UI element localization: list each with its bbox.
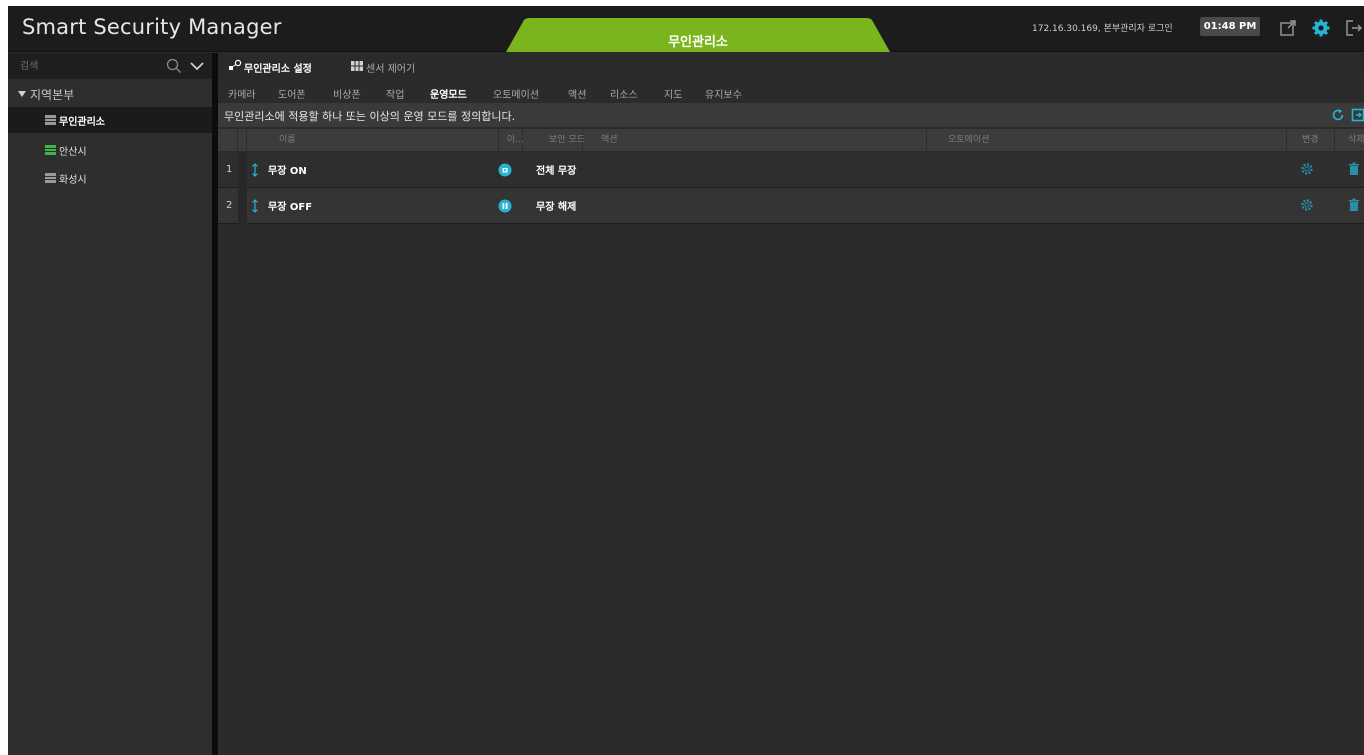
network-nodes-icon bbox=[228, 59, 242, 76]
sidebar: 지역본부 무인관리소 안산시 화성시 bbox=[8, 53, 212, 755]
site-building-icon bbox=[45, 173, 56, 183]
trash-icon[interactable] bbox=[1348, 198, 1360, 215]
tree-root-label: 지역본부 bbox=[30, 88, 75, 102]
col-index-header bbox=[218, 129, 238, 151]
subtab-automation[interactable]: 오토메이션 bbox=[493, 86, 539, 101]
app-title: Smart Security Manager bbox=[22, 15, 282, 39]
edit-gear-icon[interactable] bbox=[1300, 198, 1314, 215]
disarm-icon bbox=[498, 199, 512, 216]
main-panel: 무인관리소 설정 센서 제어기 카메라 도어폰 비상폰 작업 운영모드 오토메이… bbox=[218, 53, 1364, 755]
col-name-header[interactable]: 이름 bbox=[247, 129, 499, 151]
subtab-action[interactable]: 액션 bbox=[568, 86, 586, 101]
chevron-down-icon[interactable] bbox=[189, 59, 205, 76]
caret-down-icon[interactable] bbox=[18, 88, 26, 101]
col-icon-header[interactable]: 아... bbox=[499, 129, 524, 151]
row-index: 1 bbox=[226, 164, 233, 175]
tree-item-label: 무인관리소 bbox=[59, 117, 105, 128]
site-building-icon bbox=[45, 145, 56, 155]
tab-label: 센서 제어기 bbox=[366, 64, 416, 75]
arm-full-icon bbox=[498, 163, 512, 180]
top-header: Smart Security Manager 무인관리소 172.16.30.1… bbox=[8, 6, 1364, 52]
subtab-emergency-phone[interactable]: 비상폰 bbox=[333, 86, 361, 101]
security-mode: 전체 무장 bbox=[536, 166, 577, 177]
edit-gear-icon[interactable] bbox=[1300, 162, 1314, 179]
col-action-header[interactable]: 액션 bbox=[583, 129, 927, 151]
tab-label: 무인관리소 설정 bbox=[244, 64, 312, 75]
tree-root-region[interactable]: 지역본부 bbox=[8, 81, 212, 105]
tree-item-label: 안산시 bbox=[59, 147, 87, 158]
security-mode: 무장 해제 bbox=[536, 202, 577, 213]
table-header: 이름 아... 보안 모드 액션 오토메이션 변경 삭제 bbox=[218, 129, 1364, 151]
col-delete-header[interactable]: 삭제 bbox=[1335, 129, 1364, 151]
tree-item-site-1[interactable]: 안산시 bbox=[8, 137, 212, 163]
trash-icon[interactable] bbox=[1348, 162, 1360, 179]
tree-item-label: 화성시 bbox=[59, 175, 87, 186]
clock: 01:48 PM bbox=[1200, 17, 1260, 36]
subtab-camera[interactable]: 카메라 bbox=[228, 86, 256, 101]
center-tab-label: 무인관리소 bbox=[668, 35, 728, 50]
description-bar: 무인관리소에 적용할 하나 또는 이상의 운영 모드를 정의합니다. bbox=[218, 103, 1364, 127]
col-automation-header[interactable]: 오토메이션 bbox=[927, 129, 1287, 151]
row-index: 2 bbox=[226, 200, 233, 211]
sub-tabs: 카메라 도어폰 비상폰 작업 운영모드 오토메이션 액션 리소스 지도 유지보수 bbox=[218, 81, 1364, 103]
export-icon[interactable] bbox=[1351, 108, 1364, 125]
row-separator bbox=[238, 188, 247, 224]
tab-site-settings[interactable]: 무인관리소 설정 bbox=[226, 57, 338, 75]
search-icon[interactable] bbox=[166, 58, 182, 77]
col-drag-header bbox=[238, 129, 247, 151]
subtab-maintenance[interactable]: 유지보수 bbox=[705, 86, 742, 101]
row-separator bbox=[238, 152, 247, 188]
drag-handle-icon[interactable] bbox=[251, 199, 259, 216]
logout-icon[interactable] bbox=[1344, 18, 1364, 38]
app-window: Smart Security Manager 무인관리소 172.16.30.1… bbox=[8, 6, 1364, 755]
settings-gear-icon[interactable] bbox=[1311, 18, 1331, 38]
grid-icon bbox=[350, 59, 364, 76]
mode-name: 무장 OFF bbox=[268, 202, 313, 213]
table-row[interactable]: 1 무장 ON 전체 무장 bbox=[218, 152, 1364, 188]
site-building-icon bbox=[45, 115, 56, 125]
subtab-resource[interactable]: 리소스 bbox=[610, 86, 638, 101]
refresh-icon[interactable] bbox=[1331, 108, 1345, 125]
description-text: 무인관리소에 적용할 하나 또는 이상의 운영 모드를 정의합니다. bbox=[224, 110, 516, 123]
search-input[interactable] bbox=[8, 53, 168, 79]
subtab-task[interactable]: 작업 bbox=[386, 86, 404, 101]
subtab-operation-mode[interactable]: 운영모드 bbox=[430, 86, 467, 101]
tab-sensor-controller[interactable]: 센서 제어기 bbox=[348, 57, 438, 75]
table-row[interactable]: 2 무장 OFF 무장 해제 bbox=[218, 188, 1364, 224]
center-site-tab[interactable]: 무인관리소 bbox=[506, 18, 890, 52]
col-edit-header[interactable]: 변경 bbox=[1287, 129, 1335, 151]
mode-name: 무장 ON bbox=[268, 166, 307, 177]
subtab-doorphone[interactable]: 도어폰 bbox=[278, 86, 306, 101]
subtab-map[interactable]: 지도 bbox=[664, 86, 682, 101]
window-icon[interactable] bbox=[1278, 18, 1298, 38]
sidebar-search-bar bbox=[8, 53, 212, 79]
col-security-mode-header[interactable]: 보안 모드 bbox=[523, 129, 585, 151]
top-tabs: 무인관리소 설정 센서 제어기 bbox=[218, 53, 1364, 79]
login-info: 172.16.30.169, 본부관리자 로그인 bbox=[1032, 24, 1173, 34]
tree-item-site-2[interactable]: 화성시 bbox=[8, 165, 212, 191]
drag-handle-icon[interactable] bbox=[251, 163, 259, 180]
tree-item-site-0[interactable]: 무인관리소 bbox=[8, 107, 212, 133]
